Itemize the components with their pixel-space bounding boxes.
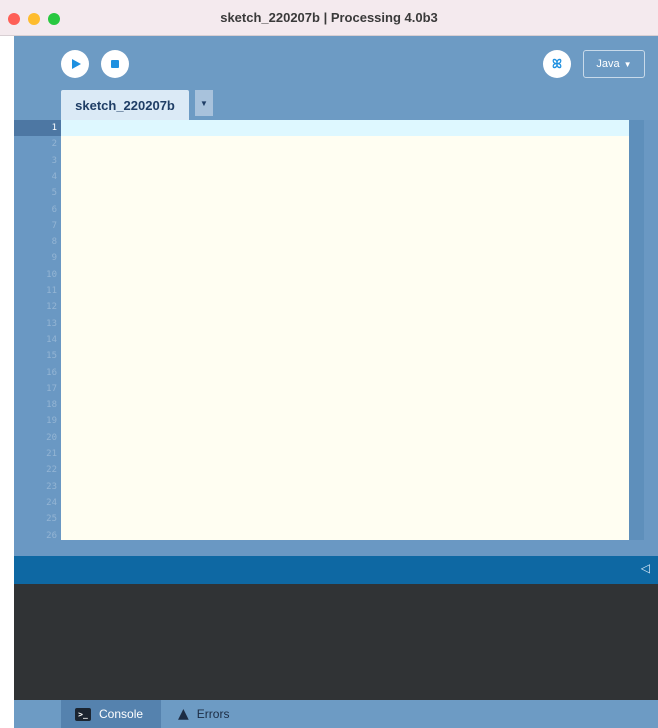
line-number: 6 (51, 204, 57, 215)
editor-bottom-strip (14, 540, 658, 556)
vertical-scrollbar[interactable] (629, 120, 658, 540)
line-number: 8 (51, 237, 57, 248)
collapse-console-icon[interactable]: ◁ (641, 561, 650, 575)
line-number: 26 (46, 530, 57, 541)
line-number: 18 (46, 400, 57, 411)
line-number: 10 (46, 269, 57, 280)
code-editor[interactable] (61, 120, 629, 540)
line-number: 25 (46, 514, 57, 525)
line-number: 2 (51, 139, 57, 150)
title-bar: sketch_220207b | Processing 4.0b3 (0, 0, 658, 36)
line-number: 22 (46, 465, 57, 476)
tab-menu-button[interactable]: ▼ (195, 90, 213, 116)
line-number: 21 (46, 449, 57, 459)
line-number: 7 (51, 220, 57, 231)
line-number: 1 (14, 120, 61, 137)
stop-icon (111, 60, 119, 68)
mode-selector[interactable]: Java ▼ (583, 50, 645, 78)
console-tab-label: Console (99, 707, 144, 721)
window-title: sketch_220207b | Processing 4.0b3 (220, 10, 438, 25)
errors-tab[interactable]: ▲ Errors (176, 700, 229, 728)
line-number: 14 (46, 334, 57, 345)
debug-butterfly-icon: ꕤ (552, 56, 562, 71)
line-number: 4 (51, 171, 57, 182)
line-number: 20 (46, 432, 57, 443)
console-tab[interactable]: >_ Console (61, 700, 161, 728)
warning-icon: ▲ (178, 706, 189, 722)
current-line-highlight (61, 120, 629, 136)
window-left-margin (0, 36, 14, 728)
mode-label: Java (596, 58, 620, 70)
line-number: 17 (46, 383, 57, 394)
footer-tabs: >_ Console ▲ Errors (14, 700, 658, 728)
toolbar: ꕤ Java ▼ sketch_220207b ▼ (14, 36, 658, 120)
chevron-down-icon: ▼ (623, 59, 632, 69)
errors-tab-label: Errors (196, 707, 230, 721)
debug-button[interactable]: ꕤ (543, 50, 571, 78)
line-number: 19 (46, 416, 57, 427)
line-number: 15 (46, 351, 57, 362)
processing-window: sketch_220207b | Processing 4.0b3 ꕤ Java… (0, 0, 658, 728)
chevron-down-icon: ▼ (200, 98, 208, 108)
line-number: 11 (46, 286, 57, 296)
play-icon (71, 59, 81, 69)
line-number: 16 (46, 367, 57, 378)
line-number: 24 (46, 497, 57, 508)
stop-button[interactable] (101, 50, 129, 78)
console-panel[interactable] (14, 584, 658, 700)
run-button[interactable] (61, 50, 89, 78)
line-number-gutter: 1 2 3 4 5 6 7 8 9 10 11 12 13 14 15 16 17 18 19 20 21 22 23 24 2… (14, 120, 61, 540)
status-bar: ◁ (14, 556, 658, 584)
tab-sketch[interactable]: sketch_220207b (61, 90, 189, 120)
scrollbar-track[interactable] (629, 120, 644, 540)
line-number: 3 (51, 155, 57, 166)
line-number: 23 (46, 481, 57, 492)
line-number: 9 (51, 253, 57, 264)
line-number: 5 (51, 188, 57, 199)
tab-label: sketch_220207b (75, 97, 175, 113)
line-number: 12 (46, 302, 57, 313)
line-number: 13 (46, 318, 57, 329)
console-icon: >_ (75, 707, 91, 721)
